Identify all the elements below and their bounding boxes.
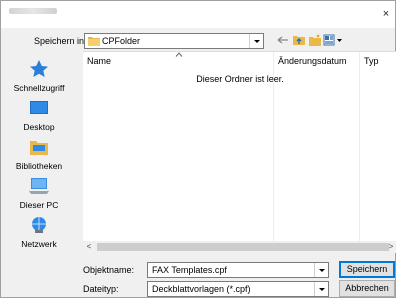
column-header-date[interactable]: Änderungsdatum xyxy=(278,56,347,66)
up-folder-icon[interactable] xyxy=(292,33,306,47)
chevron-down-icon[interactable] xyxy=(249,34,263,48)
scroll-right-icon[interactable]: > xyxy=(385,241,396,253)
chevron-down-icon[interactable] xyxy=(314,263,328,277)
title-bar: × xyxy=(1,1,395,28)
column-header-name[interactable]: Name xyxy=(87,56,111,66)
horizontal-scrollbar[interactable]: < > xyxy=(83,241,396,253)
star-icon xyxy=(30,60,48,77)
computer-icon xyxy=(29,178,49,194)
location-value: CPFolder xyxy=(102,36,141,46)
location-combo[interactable]: CPFolder xyxy=(84,33,264,49)
chevron-down-icon[interactable] xyxy=(314,282,328,296)
column-header-type[interactable]: Typ xyxy=(364,56,379,66)
sidebar-item-bibliotheken[interactable]: Bibliotheken xyxy=(1,137,77,179)
new-folder-icon[interactable] xyxy=(308,33,322,47)
desktop-icon xyxy=(30,101,48,114)
scrollbar-thumb[interactable] xyxy=(97,243,389,251)
back-icon[interactable] xyxy=(276,33,290,47)
sidebar-item-dieser-pc[interactable]: Dieser PC xyxy=(1,176,77,218)
cancel-button[interactable]: Abbrechen xyxy=(339,280,395,297)
sidebar-item-label: Desktop xyxy=(23,122,55,132)
sidebar-item-schnellzugriff[interactable]: Schnellzugriff xyxy=(1,59,77,101)
file-list[interactable]: Name Änderungsdatum Typ Dieser Ordner is… xyxy=(83,51,396,253)
filetype-value: Deckblattvorlagen (*.cpf) xyxy=(152,284,251,294)
sidebar-item-label: Bibliotheken xyxy=(15,161,63,171)
folder-icon xyxy=(88,37,100,46)
filetype-label: Dateityp: xyxy=(83,284,119,294)
sidebar-item-netzwerk[interactable]: Netzwerk xyxy=(1,215,77,257)
filename-value: FAX Templates.cpf xyxy=(152,265,227,275)
sidebar-item-label: Dieser PC xyxy=(19,200,59,210)
places-bar: Schnellzugriff Desktop Bibliotheken Dies… xyxy=(1,51,79,259)
sidebar-item-desktop[interactable]: Desktop xyxy=(1,98,77,140)
sidebar-item-label: Netzwerk xyxy=(21,239,57,249)
filetype-select[interactable]: Deckblattvorlagen (*.cpf) xyxy=(147,281,329,297)
libraries-icon xyxy=(30,141,48,155)
filename-label: Objektname: xyxy=(83,265,135,275)
save-button[interactable]: Speichern xyxy=(339,261,395,278)
network-icon xyxy=(32,217,46,233)
sort-ascending-icon xyxy=(175,52,183,57)
scroll-left-icon[interactable]: < xyxy=(83,241,95,253)
view-menu-icon[interactable] xyxy=(323,33,343,47)
sidebar-item-label: Schnellzugriff xyxy=(13,83,65,93)
empty-folder-message: Dieser Ordner ist leer. xyxy=(196,74,284,84)
location-label: Speichern in: xyxy=(34,36,87,46)
dialog-title xyxy=(9,8,57,14)
close-button[interactable]: × xyxy=(379,7,393,21)
filename-input[interactable]: FAX Templates.cpf xyxy=(147,262,329,278)
save-dialog: × Speichern in: CPFolder Schnellzugriff xyxy=(0,0,396,298)
